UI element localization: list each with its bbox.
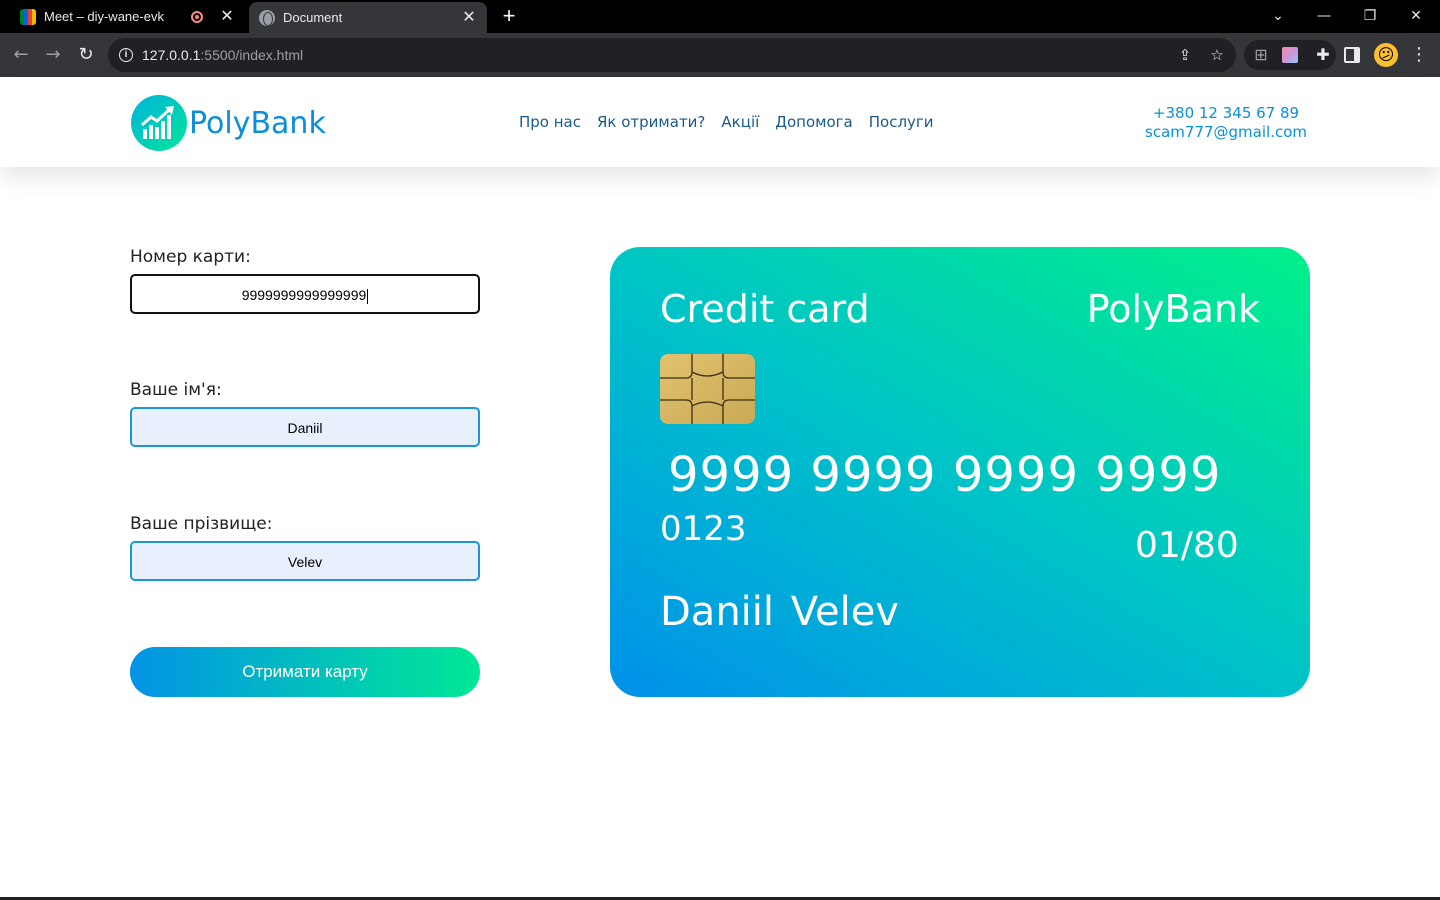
card-expiry: 01/80 xyxy=(1135,525,1239,566)
contacts: +380 12 345 67 89 scam777@gmail.com xyxy=(1145,104,1307,142)
profile-avatar[interactable]: 😕 xyxy=(1374,43,1398,67)
site-header: PolyBank Про нас Як отримати? Акції Допо… xyxy=(0,77,1440,167)
card-brand: PolyBank xyxy=(1086,287,1260,331)
card-number-label: Номер карти: xyxy=(130,247,251,267)
nav-link-how-to-get[interactable]: Як отримати? xyxy=(597,113,705,131)
card-cvv: 0123 xyxy=(660,509,747,549)
recording-icon xyxy=(191,10,203,23)
info-icon[interactable]: i xyxy=(119,48,133,62)
nav-link-help[interactable]: Допомога xyxy=(775,113,852,131)
back-arrow-icon[interactable]: ← xyxy=(10,44,32,66)
tab-document[interactable]: Document ✕ xyxy=(249,2,487,33)
extensions-puzzle-icon[interactable]: ✚ xyxy=(1312,44,1334,66)
card-type-label: Credit card xyxy=(660,287,870,331)
card-holder-name: Daniil Velev xyxy=(660,589,899,635)
browser-toolbar: ← → ↻ i 127.0.0.1:5500/index.html ⇪ ☆ ⊞ … xyxy=(0,33,1440,77)
forward-arrow-icon[interactable]: → xyxy=(42,44,64,66)
first-name-label: Ваше ім'я: xyxy=(130,380,222,400)
close-tab-icon[interactable]: ✕ xyxy=(459,8,479,28)
card-chip-icon xyxy=(660,354,755,424)
nav-link-about[interactable]: Про нас xyxy=(519,113,581,131)
phone-link[interactable]: +380 12 345 67 89 xyxy=(1145,104,1307,123)
email-link[interactable]: scam777@gmail.com xyxy=(1145,123,1307,142)
side-panel-icon[interactable] xyxy=(1344,47,1360,63)
get-card-button[interactable]: Отримати карту xyxy=(130,647,480,697)
tab-search-chevron-icon[interactable]: ⌄ xyxy=(1268,6,1288,26)
logo-text: PolyBank xyxy=(189,105,326,141)
logo-chart-icon xyxy=(131,95,187,151)
kebab-menu-icon[interactable]: ⋮ xyxy=(1410,44,1428,66)
logo[interactable]: PolyBank xyxy=(131,95,326,151)
tab-meet[interactable]: Meet – diy-wane-evk ✕ xyxy=(0,0,245,33)
google-meet-icon xyxy=(20,8,36,25)
extension-grid-icon[interactable]: ⊞ xyxy=(1250,44,1272,66)
close-window-button[interactable]: ✕ xyxy=(1406,6,1426,26)
new-tab-button[interactable]: + xyxy=(498,5,520,27)
tab-title: Document xyxy=(283,10,343,25)
nav-link-promotions[interactable]: Акції xyxy=(721,113,759,131)
main-nav: Про нас Як отримати? Акції Допомога Посл… xyxy=(519,113,950,131)
card-number-input[interactable]: 9999999999999999 xyxy=(130,274,480,314)
close-tab-icon[interactable]: ✕ xyxy=(217,7,237,27)
last-name-label: Ваше прізвище: xyxy=(130,514,273,534)
bookmark-star-icon[interactable]: ☆ xyxy=(1208,46,1226,64)
restore-button[interactable]: ❐ xyxy=(1360,6,1380,26)
address-bar[interactable]: i 127.0.0.1:5500/index.html ⇪ ☆ xyxy=(108,38,1236,72)
minimize-button[interactable]: — xyxy=(1314,6,1334,26)
browser-tab-bar: Meet – diy-wane-evk ✕ Document ✕ + ⌄ — ❐… xyxy=(0,0,1440,33)
last-name-input[interactable]: Velev xyxy=(130,541,480,581)
nav-link-services[interactable]: Послуги xyxy=(869,113,934,131)
extension-color-icon[interactable] xyxy=(1282,47,1298,63)
first-name-input[interactable]: Daniil xyxy=(130,407,480,447)
reload-icon[interactable]: ↻ xyxy=(75,44,97,66)
globe-icon xyxy=(259,9,275,26)
tab-title: Meet – diy-wane-evk xyxy=(44,9,164,24)
url-text[interactable]: 127.0.0.1:5500/index.html xyxy=(142,47,303,63)
credit-card-preview: Credit card PolyBank 9999 9999 9999 9999… xyxy=(610,247,1310,697)
share-icon[interactable]: ⇪ xyxy=(1176,46,1194,64)
card-number-display: 9999 9999 9999 9999 xyxy=(668,447,1222,503)
text-caret xyxy=(367,288,369,304)
